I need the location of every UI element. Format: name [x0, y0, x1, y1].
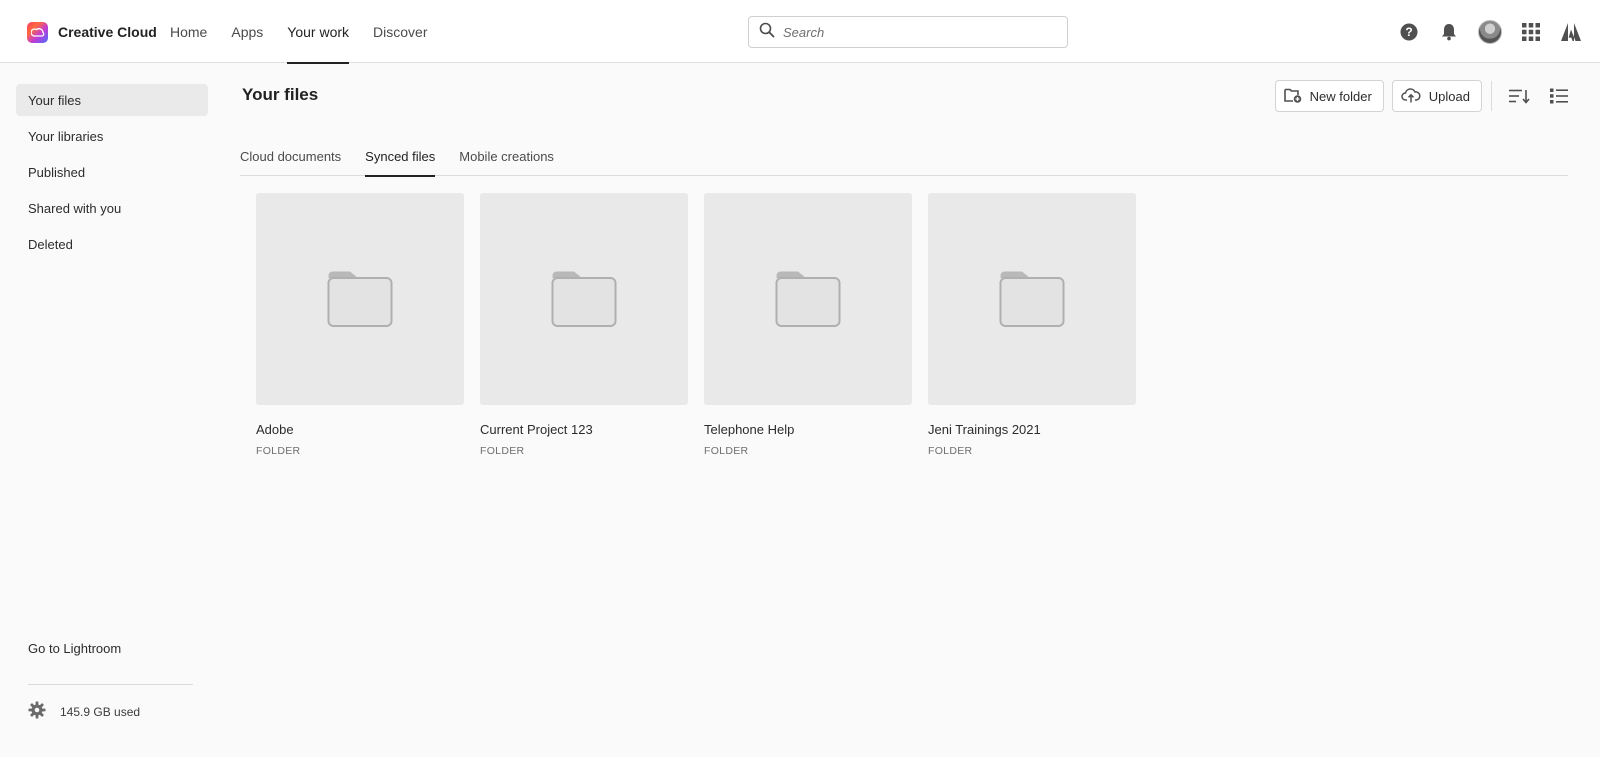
top-icons: ? — [1398, 18, 1582, 46]
apps-grid-icon[interactable] — [1520, 21, 1542, 43]
folder-card[interactable]: Jeni Trainings 2021 FOLDER — [928, 193, 1136, 457]
tab-synced-files[interactable]: Synced files — [365, 136, 436, 177]
new-folder-button[interactable]: New folder — [1274, 80, 1384, 112]
sidebar-item-your-libraries[interactable]: Your libraries — [16, 120, 208, 152]
avatar[interactable] — [1478, 20, 1502, 44]
top-bar: Creative Cloud Home Apps Your work Disco… — [0, 0, 1600, 64]
file-tabs: Cloud documents Synced files Mobile crea… — [240, 136, 1568, 177]
folder-icon — [775, 271, 841, 327]
folder-type-label: FOLDER — [704, 445, 749, 457]
file-grid: Adobe FOLDER Current Project 123 FOLDER … — [256, 193, 1136, 457]
folder-thumbnail[interactable] — [480, 193, 688, 405]
folder-name[interactable]: Current Project 123 — [480, 422, 688, 437]
gear-icon[interactable] — [28, 701, 46, 722]
storage-used-text: 145.9 GB used — [60, 704, 141, 719]
svg-text:?: ? — [1405, 25, 1412, 39]
upload-button[interactable]: Upload — [1391, 80, 1482, 112]
sort-icon[interactable] — [1508, 85, 1530, 107]
brand[interactable]: Creative Cloud — [27, 21, 157, 43]
cloud-upload-icon — [1401, 87, 1421, 106]
upload-label: Upload — [1428, 88, 1470, 104]
brand-name: Creative Cloud — [58, 24, 157, 40]
folder-name[interactable]: Jeni Trainings 2021 — [928, 422, 1136, 437]
new-folder-icon — [1283, 87, 1302, 106]
folder-icon — [327, 271, 393, 327]
sidebar-item-deleted[interactable]: Deleted — [16, 228, 208, 260]
sidebar-divider — [28, 684, 193, 685]
creative-cloud-logo-icon — [27, 21, 48, 43]
folder-type-label: FOLDER — [480, 445, 525, 457]
help-icon[interactable]: ? — [1398, 21, 1420, 43]
folder-name[interactable]: Telephone Help — [704, 422, 912, 437]
search-icon — [759, 22, 775, 43]
folder-card[interactable]: Adobe FOLDER — [256, 193, 464, 457]
search-box[interactable] — [748, 16, 1068, 48]
bell-icon[interactable] — [1438, 21, 1460, 43]
folder-icon — [551, 271, 617, 327]
main-nav: Home Apps Your work Discover — [170, 0, 452, 64]
page-title: Your files — [242, 85, 319, 104]
adobe-logo-icon[interactable] — [1560, 21, 1582, 43]
folder-card[interactable]: Telephone Help FOLDER — [704, 193, 912, 457]
new-folder-label: New folder — [1309, 88, 1372, 104]
sidebar: Your files Your libraries Published Shar… — [0, 63, 225, 757]
nav-your-work[interactable]: Your work — [287, 0, 349, 64]
search-input[interactable] — [783, 24, 1053, 40]
toolbar-divider — [1491, 81, 1492, 111]
nav-home[interactable]: Home — [170, 0, 207, 63]
go-to-lightroom-link[interactable]: Go to Lightroom — [28, 641, 121, 656]
sidebar-item-published[interactable]: Published — [16, 156, 208, 188]
folder-name[interactable]: Adobe — [256, 422, 464, 437]
tab-mobile-creations[interactable]: Mobile creations — [459, 136, 554, 176]
toolbar: New folder Upload — [1267, 80, 1570, 112]
folder-card[interactable]: Current Project 123 FOLDER — [480, 193, 688, 457]
nav-apps[interactable]: Apps — [231, 0, 263, 63]
folder-thumbnail[interactable] — [256, 193, 464, 405]
folder-icon — [999, 271, 1065, 327]
folder-thumbnail[interactable] — [704, 193, 912, 405]
tab-cloud-documents[interactable]: Cloud documents — [240, 136, 341, 176]
folder-type-label: FOLDER — [256, 445, 301, 457]
folder-type-label: FOLDER — [928, 445, 973, 457]
storage-info: 145.9 GB used — [28, 701, 140, 722]
sidebar-item-your-files[interactable]: Your files — [16, 84, 208, 116]
folder-thumbnail[interactable] — [928, 193, 1136, 405]
nav-discover[interactable]: Discover — [373, 0, 427, 63]
list-view-icon[interactable] — [1548, 85, 1570, 107]
sidebar-item-shared-with-you[interactable]: Shared with you — [16, 192, 208, 224]
